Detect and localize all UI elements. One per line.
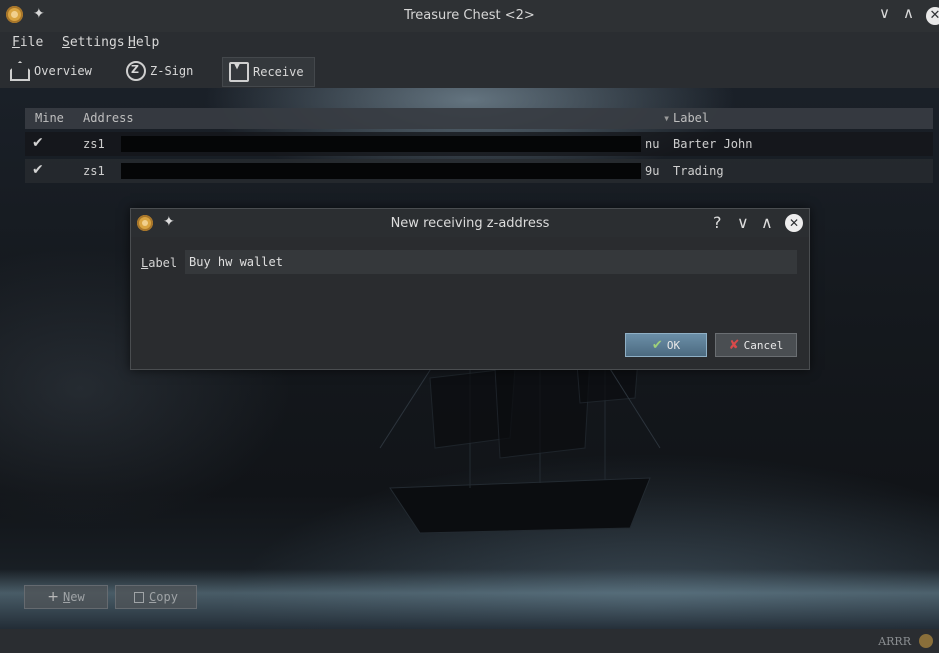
table-header: Mine Address ▾ Label <box>25 108 933 129</box>
dialog-title: New receiving z-address <box>390 216 550 231</box>
label-input[interactable] <box>185 250 797 274</box>
status-bar: ARRR <box>0 629 939 653</box>
menu-help-label: elp <box>135 35 160 50</box>
copy-icon <box>134 591 145 603</box>
menu-file-accel: F <box>12 35 20 50</box>
receive-button[interactable]: Receive <box>222 57 315 87</box>
zsign-button[interactable]: Z-Sign <box>126 57 193 85</box>
address-cell: zs1 <box>83 137 105 151</box>
address-table: Mine Address ▾ Label ✔ zs1 nu Barter Joh… <box>25 108 933 183</box>
menu-settings[interactable]: Settings <box>62 35 125 50</box>
plus-icon: + <box>47 589 60 605</box>
minimize-icon[interactable]: ∨ <box>879 4 890 22</box>
dialog-minimize-icon[interactable]: ∨ <box>737 213 749 232</box>
dialog-title-bar: ✦ New receiving z-address ? ∨ ∧ ✕ <box>131 209 809 237</box>
column-mine[interactable]: Mine <box>35 111 64 125</box>
sort-indicator-icon: ▾ <box>663 111 671 125</box>
zsign-icon <box>126 61 146 81</box>
cancel-button[interactable]: ✘ Cancel <box>715 333 797 357</box>
ok-icon: ✔ <box>651 337 663 353</box>
dialog-maximize-icon[interactable]: ∧ <box>761 213 773 232</box>
cancel-icon: ✘ <box>728 337 740 353</box>
address-tail: nu <box>645 137 660 151</box>
status-ticker: ARRR <box>878 635 911 648</box>
menu-help-accel: H <box>128 35 136 50</box>
dialog-body: Label ✔ OK ✘ Cancel <box>131 237 809 369</box>
column-address[interactable]: Address <box>83 111 134 125</box>
menu-help[interactable]: Help <box>128 35 159 50</box>
label-label-text: abel <box>148 256 178 270</box>
menu-settings-label: ettings <box>69 35 125 50</box>
cancel-label: Cancel <box>743 338 784 352</box>
address-redaction <box>121 136 641 152</box>
ok-button[interactable]: ✔ OK <box>625 333 707 357</box>
address-tail: 9u <box>645 164 660 178</box>
ok-label: OK <box>666 338 681 352</box>
copy-accel: C <box>149 590 157 604</box>
address-cell: zs1 <box>83 164 105 178</box>
copy-label: opy <box>156 590 178 604</box>
menu-settings-accel: S <box>62 35 70 50</box>
receive-label: Receive <box>253 65 304 79</box>
label-field-label: Label <box>141 256 177 270</box>
label-cell: Trading <box>673 164 724 178</box>
menu-file[interactable]: File <box>12 35 43 50</box>
label-cell: Barter John <box>673 137 753 151</box>
home-icon <box>10 61 30 81</box>
menu-bar: File Settings Help <box>0 32 939 54</box>
new-accel: N <box>63 590 71 604</box>
menu-file-label: ile <box>19 35 44 50</box>
mine-check-icon: ✔ <box>32 135 44 151</box>
maximize-icon[interactable]: ∧ <box>903 4 914 22</box>
overview-label: Overview <box>34 64 92 78</box>
new-address-dialog: ✦ New receiving z-address ? ∨ ∧ ✕ Label … <box>130 208 810 370</box>
zsign-label: Z-Sign <box>150 64 194 78</box>
table-row[interactable]: ✔ zs1 nu Barter John <box>25 132 933 156</box>
close-icon[interactable]: ✕ <box>926 7 939 25</box>
address-redaction <box>121 163 641 179</box>
new-label: ew <box>70 590 85 604</box>
overview-button[interactable]: Overview <box>10 57 92 85</box>
table-row[interactable]: ✔ zs1 9u Trading <box>25 159 933 183</box>
copy-button[interactable]: Copy <box>115 585 197 609</box>
dialog-close-icon[interactable]: ✕ <box>785 214 803 232</box>
help-icon[interactable]: ? <box>713 213 722 232</box>
toolbar: Overview Z-Sign Receive <box>0 54 939 88</box>
mine-check-icon: ✔ <box>32 162 44 178</box>
main-window: ✦ Treasure Chest <2> ∨ ∧ ✕ File Settings… <box>0 0 939 653</box>
window-title: Treasure Chest <2> <box>404 8 535 23</box>
column-label[interactable]: Label <box>673 111 709 125</box>
new-button[interactable]: + New <box>24 585 108 609</box>
title-bar: ✦ Treasure Chest <2> ∨ ∧ ✕ <box>0 0 939 32</box>
coin-icon <box>919 634 933 648</box>
receive-icon <box>229 61 249 82</box>
